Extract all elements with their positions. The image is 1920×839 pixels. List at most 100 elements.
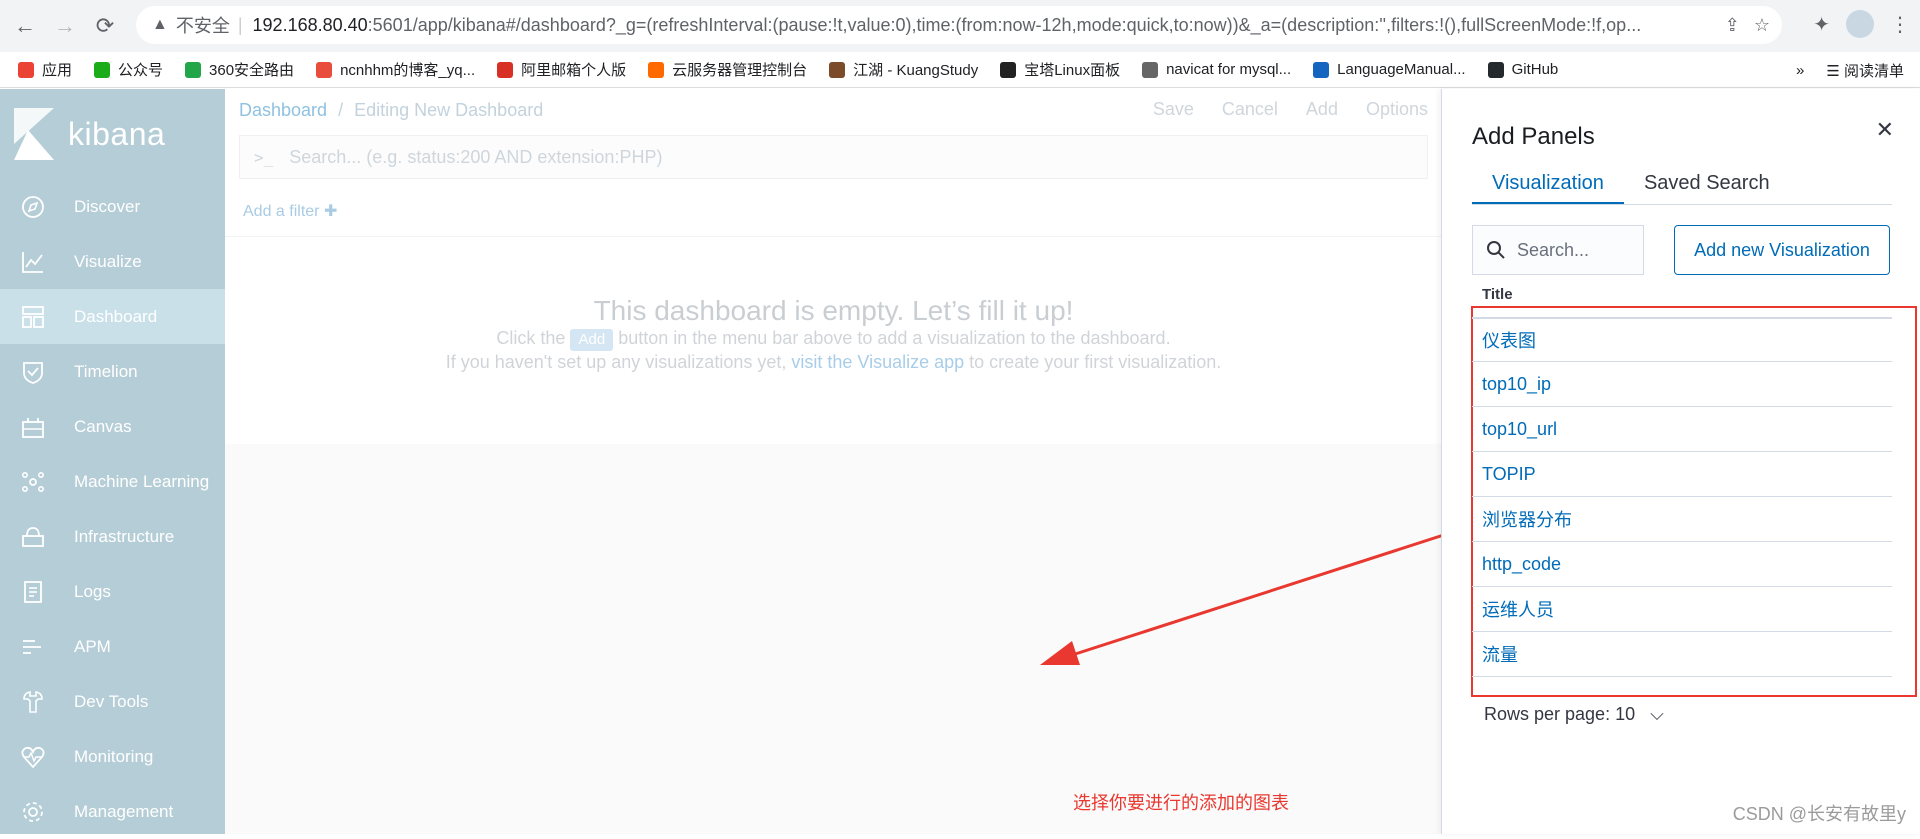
search-input[interactable]: Search... — [1472, 225, 1644, 275]
sidebar-item-timelion[interactable]: Timelion — [0, 344, 225, 399]
sidebar-item-logs[interactable]: Logs — [0, 564, 225, 619]
warning-icon: ▲ — [152, 16, 168, 33]
breadcrumb-dashboard[interactable]: Dashboard — [239, 100, 327, 120]
bookmark-icon — [497, 61, 514, 78]
list-item[interactable]: top10_url — [1472, 407, 1892, 452]
canvas-icon — [20, 414, 46, 440]
sidebar-item-infrastructure[interactable]: Infrastructure — [0, 509, 225, 564]
bookmark-item[interactable]: 公众号 — [94, 59, 163, 80]
add-chip[interactable]: Add — [570, 329, 614, 351]
sidebar-item-label: Infrastructure — [74, 526, 175, 546]
empty-title: This dashboard is empty. Let’s fill it u… — [593, 295, 1074, 326]
security-label: 不安全 — [175, 16, 230, 36]
reading-list-button[interactable]: ☰ 阅读清单 — [1826, 60, 1904, 81]
bookmark-label: 江湖 - KuangStudy — [853, 62, 979, 79]
bookmark-item[interactable]: ncnhhm的博客_yq... — [316, 59, 475, 80]
address-divider: | — [237, 14, 243, 35]
add-filter-button[interactable]: Add a filter ✚ — [243, 201, 337, 221]
flyout-tabs: Visualization Saved Search — [1472, 161, 1892, 205]
bookmark-label: 云服务器管理控制台 — [672, 62, 808, 79]
bookmark-icon — [1313, 61, 1330, 78]
bookmark-item[interactable]: 云服务器管理控制台 — [648, 59, 807, 80]
visualize-app-link[interactable]: visit the Visualize app — [791, 352, 964, 372]
gear-icon — [20, 799, 46, 825]
forward-icon[interactable]: → — [50, 11, 80, 41]
sidebar-item-dev-tools[interactable]: Dev Tools — [0, 674, 225, 729]
bookmark-label: 公众号 — [118, 62, 164, 79]
more-bookmarks-icon[interactable]: » — [1796, 62, 1804, 79]
list-item[interactable]: 流量 — [1472, 632, 1892, 677]
url-host: 192.168.80.40 — [252, 14, 368, 35]
bookmark-item[interactable]: 宝塔Linux面板 — [1000, 59, 1120, 80]
bookmark-icon — [1487, 61, 1504, 78]
add-button[interactable]: Add — [1306, 99, 1338, 120]
list-item[interactable]: 仪表图 — [1472, 317, 1892, 362]
list-item[interactable]: 运维人员 — [1472, 587, 1892, 632]
sidebar-item-machine-learning[interactable]: Machine Learning — [0, 454, 225, 509]
list-item[interactable]: top10_ip — [1472, 362, 1892, 407]
bookmark-icon — [648, 61, 665, 78]
bookmark-label: 宝塔Linux面板 — [1024, 62, 1121, 79]
reload-icon[interactable]: ⟳ — [90, 11, 120, 41]
sidebar: kibana Discover Visualize Dashboard Timelio… — [0, 89, 225, 834]
avatar[interactable] — [1846, 10, 1874, 38]
save-button[interactable]: Save — [1153, 99, 1194, 120]
bookmark-item[interactable]: navicat for mysql... — [1142, 61, 1291, 78]
bookmark-label: 阿里邮箱个人版 — [521, 62, 627, 79]
column-header-title[interactable]: Title — [1482, 286, 1513, 303]
close-icon[interactable]: ✕ — [1876, 117, 1894, 143]
star-icon[interactable]: ☆ — [1754, 15, 1770, 36]
breadcrumb: Dashboard / Editing New Dashboard — [239, 100, 543, 121]
filter-row: Add a filter ✚ — [225, 185, 1442, 237]
bookmark-item[interactable]: 江湖 - KuangStudy — [829, 59, 978, 80]
sidebar-item-management[interactable]: Management — [0, 784, 225, 839]
reading-list-icon: ☰ — [1826, 62, 1844, 80]
address-bar[interactable]: ▲ 不安全 | 192.168.80.40 :5601/app/kibana#/… — [136, 6, 1782, 44]
rows-per-page-button[interactable]: Rows per page: 10 ⌵ — [1484, 704, 1664, 725]
sidebar-item-dashboard[interactable]: Dashboard — [0, 289, 225, 344]
empty-state: This dashboard is empty. Let’s fill it u… — [225, 295, 1442, 373]
bookmark-label: ncnhhm的博客_yq... — [340, 62, 476, 79]
bookmark-item[interactable]: LanguageManual... — [1313, 61, 1466, 78]
query-bar[interactable]: >_ Search... (e.g. status:200 AND extens… — [239, 135, 1428, 179]
bookmark-item[interactable]: 应用 — [18, 59, 72, 80]
sidebar-item-label: Monitoring — [74, 746, 154, 766]
sidebar-item-label: Timelion — [74, 361, 138, 381]
sidebar-item-discover[interactable]: Discover — [0, 179, 225, 234]
cancel-button[interactable]: Cancel — [1222, 99, 1278, 120]
visualization-list: 仪表图 top10_ip top10_url TOPIP 浏览器分布 http_code 运… — [1472, 317, 1892, 677]
sidebar-item-label: Machine Learning — [74, 471, 210, 491]
kibana-logo[interactable]: kibana — [0, 89, 225, 179]
menu-icon[interactable]: ⋮ — [1890, 12, 1910, 37]
empty-line-2: If you haven't set up any visualizations… — [445, 352, 1222, 372]
tab-visualization[interactable]: Visualization — [1472, 161, 1624, 204]
bookmark-icon — [185, 61, 202, 78]
sidebar-item-monitoring[interactable]: Monitoring — [0, 729, 225, 784]
breadcrumb-separator: / — [338, 99, 344, 120]
apm-icon — [20, 634, 46, 660]
bookmark-item[interactable]: GitHub — [1487, 61, 1558, 78]
bookmark-item[interactable]: 阿里邮箱个人版 — [497, 59, 626, 80]
breadcrumb-current: Editing New Dashboard — [354, 99, 544, 120]
tab-saved-search[interactable]: Saved Search — [1624, 161, 1790, 204]
list-item[interactable]: TOPIP — [1472, 452, 1892, 497]
list-item[interactable]: http_code — [1472, 542, 1892, 587]
ml-icon — [20, 469, 46, 495]
kibana-logo-icon — [14, 108, 54, 160]
search-placeholder: Search... — [1517, 239, 1590, 260]
sidebar-item-canvas[interactable]: Canvas — [0, 399, 225, 454]
extensions-icon[interactable]: ✦ — [1813, 12, 1830, 37]
share-icon[interactable]: ⇪ — [1725, 15, 1740, 36]
query-input[interactable]: Search... (e.g. status:200 AND extension… — [289, 147, 662, 168]
sidebar-item-visualize[interactable]: Visualize — [0, 234, 225, 289]
add-new-visualization-button[interactable]: Add new Visualization — [1674, 225, 1890, 275]
bookmark-item[interactable]: 360安全路由 — [185, 59, 294, 80]
back-icon[interactable]: ← — [10, 11, 40, 41]
list-item[interactable]: 浏览器分布 — [1472, 497, 1892, 542]
plus-icon: ✚ — [323, 202, 338, 220]
sidebar-item-label: Logs — [74, 581, 111, 601]
sidebar-item-label: Discover — [74, 196, 141, 216]
options-button[interactable]: Options — [1366, 99, 1428, 120]
sidebar-item-label: Dev Tools — [74, 691, 149, 711]
sidebar-item-apm[interactable]: APM — [0, 619, 225, 674]
